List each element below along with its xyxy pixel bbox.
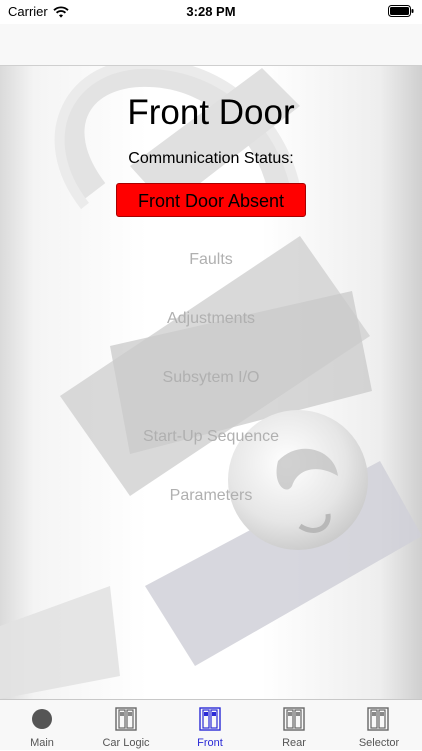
- faults-link[interactable]: Faults: [0, 251, 422, 269]
- elevator-icon: [283, 707, 305, 731]
- battery-icon: [388, 5, 414, 17]
- tab-label: Selector: [358, 737, 400, 749]
- tab-main[interactable]: Main: [0, 700, 84, 751]
- tab-front[interactable]: Front: [168, 700, 252, 751]
- communication-status-badge: Front Door Absent: [116, 183, 306, 217]
- tab-label: Rear: [282, 737, 306, 749]
- status-bar: Carrier 3:28 PM: [0, 0, 422, 24]
- tab-rear[interactable]: Rear: [252, 700, 336, 751]
- subsystem-io-link[interactable]: Subsytem I/O: [0, 369, 422, 387]
- tab-selector[interactable]: Selector: [336, 700, 422, 751]
- elevator-icon: [115, 707, 137, 731]
- adjustments-link[interactable]: Adjustments: [0, 310, 422, 328]
- tab-label: Car Logic: [102, 737, 150, 749]
- elevator-icon: [367, 707, 389, 731]
- navigation-bar: [0, 24, 422, 66]
- parameters-link[interactable]: Parameters: [0, 487, 422, 505]
- elevator-icon: [199, 707, 221, 731]
- page-title: Front Door: [127, 93, 295, 132]
- communication-status-label: Communication Status:: [128, 150, 294, 167]
- front-door-screen: Front Door Communication Status: Front D…: [0, 66, 422, 699]
- start-up-sequence-link[interactable]: Start-Up Sequence: [0, 428, 422, 446]
- status-time: 3:28 PM: [186, 4, 236, 19]
- tab-label: Main: [30, 737, 54, 749]
- tab-bar: Main Car Logic Front Rear Selector: [0, 699, 422, 750]
- tab-label: Front: [197, 737, 223, 749]
- circle-icon: [32, 709, 52, 729]
- tab-car-logic[interactable]: Car Logic: [84, 700, 168, 751]
